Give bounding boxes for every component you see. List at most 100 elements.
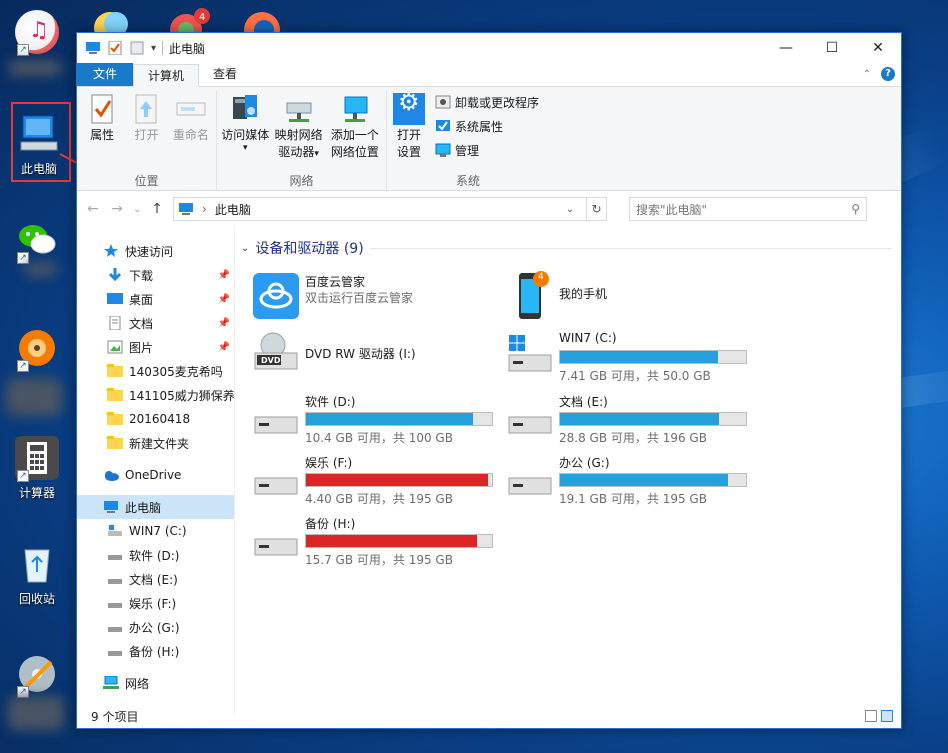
manage-button[interactable]: 管理 [435,141,539,159]
tab-file[interactable]: 文件 [77,63,134,86]
device-tile-dvd[interactable]: DVD DVD RW 驱动器 (I:) [251,331,505,389]
device-name: DVD RW 驱动器 (I:) [305,347,416,361]
nav-drive[interactable]: 办公 (G:) [77,615,234,639]
tab-computer[interactable]: 计算机 [133,64,200,87]
add-network-location-label-2: 网络位置 [330,145,379,159]
pin-icon: 📌 [217,269,230,281]
nav-pinned-downloads[interactable]: 下载 📌 [77,263,234,287]
pin-icon: 📌 [217,317,230,329]
selection-highlight [11,102,71,182]
main-body: 快速访问 下载 📌 桌面 📌 文档 📌 图片 📌 140305麦克希吗 1411… [77,227,901,715]
content-pane: ⌄ 设备和驱动器 (9) 百度云管家 双击运行百度云管家 4 我的手机 DVD … [235,227,901,715]
blurred-label [6,378,62,416]
nav-drive[interactable]: 娱乐 (F:) [77,591,234,615]
new-folder-icon[interactable] [129,41,145,55]
desktop-icon-calculator[interactable]: ↗ 计算器 [2,436,72,501]
uninstall-icon [435,94,451,110]
search-input[interactable]: 搜索"此电脑" ⚲ [629,197,867,221]
properties-check-icon[interactable] [107,40,123,56]
drive-tile-g[interactable]: 办公 (G:) 19.1 GB 可用，共 195 GB [505,454,759,512]
open-settings-button[interactable]: ⚙ 打开 设置 [391,90,427,172]
drive-name: 备份 (H:) [305,517,356,531]
device-name: 我的手机 [559,287,608,301]
nav-folder[interactable]: 140305麦克希吗 [77,359,234,383]
group-system-items: ⚙ 打开 设置 卸载或更改程序 系统属性 管理 [391,90,545,172]
nav-item-label: 图片 [129,340,154,355]
drive-icon [251,393,301,443]
devices-section-header[interactable]: ⌄ 设备和驱动器 (9) [241,237,901,259]
nav-pinned-desktop[interactable]: 桌面 📌 [77,287,234,311]
rename-button[interactable]: 重命名 [170,91,212,172]
system-properties-button[interactable]: 系统属性 [435,117,539,135]
nav-pinned-pictures[interactable]: 图片 📌 [77,335,234,359]
collapse-ribbon-icon[interactable]: ⌃ [863,69,871,80]
desktop-icon-disc-tool[interactable]: ↗ [2,652,72,700]
nav-folder[interactable]: 141105威力狮保养 [77,383,234,407]
uninstall-program-button[interactable]: 卸载或更改程序 [435,93,539,111]
drive-tile-c[interactable]: WIN7 (C:) 7.41 GB 可用，共 50.0 GB [505,331,759,389]
drive-tile-f[interactable]: 娱乐 (F:) 4.40 GB 可用，共 195 GB [251,454,505,512]
back-icon[interactable]: ← [85,201,101,217]
breadcrumb-this-pc[interactable]: 此电脑 [215,201,251,218]
desktop-icon-wechat[interactable]: ↗ [2,218,72,266]
desktop-icon-media[interactable]: ↗ [2,326,72,374]
open-button[interactable]: 打开 [125,91,167,172]
title-bar: ▾ 此电脑 — ☐ ✕ [77,33,901,63]
tab-view[interactable]: 查看 [199,63,251,86]
drive-tile-h[interactable]: 备份 (H:) 15.7 GB 可用，共 195 GB [251,515,505,573]
devices-grid: 百度云管家 双击运行百度云管家 4 我的手机 DVD DVD RW 驱动器 (I… [241,259,901,589]
refresh-icon[interactable]: ↻ [586,198,606,220]
nav-network[interactable]: 网络 [77,671,234,695]
maximize-button[interactable]: ☐ [809,33,855,63]
nav-folder[interactable]: 20160418 [77,407,234,431]
drive-name: 软件 (D:) [305,395,356,409]
nav-item-label: 文档 (E:) [129,572,178,587]
up-icon[interactable]: ↑ [149,201,165,217]
ribbon-tabs: 文件 计算机 查看 ⌃ ? [77,63,901,87]
media-icon [229,93,261,125]
add-network-location-button[interactable]: 添加一个 网络位置 [328,91,382,172]
close-button[interactable]: ✕ [855,33,901,63]
nav-drive[interactable]: WIN7 (C:) [77,519,234,543]
search-placeholder: 搜索"此电脑" [636,202,708,217]
wechat-icon: ↗ [15,218,59,264]
address-dropdown-icon[interactable]: ⌄ [562,204,578,215]
nav-drive[interactable]: 文档 (E:) [77,567,234,591]
drive-free-space: 10.4 GB 可用，共 100 GB [305,431,453,445]
drive-free-space: 4.40 GB 可用，共 195 GB [305,492,453,506]
access-media-button[interactable]: 访问媒体 ▾ [221,91,269,172]
windows-drive-icon [107,524,123,538]
navigation-pane: 快速访问 下载 📌 桌面 📌 文档 📌 图片 📌 140305麦克希吗 1411… [77,227,235,715]
map-network-drive-button[interactable]: 映射网络 驱动器▾ [271,91,325,172]
nav-drive[interactable]: 软件 (D:) [77,543,234,567]
minimize-button[interactable]: — [763,33,809,63]
desktop-icon-recycle-bin[interactable]: 回收站 [2,542,72,607]
address-field[interactable]: › 此电脑 ⌄ ↻ [173,197,607,221]
desktop-icon-itunes[interactable]: ♫ ↗ [2,10,72,58]
nav-this-pc-label: 此电脑 [125,500,162,515]
nav-drive[interactable]: 备份 (H:) [77,639,234,663]
device-tile-baidu-cloud[interactable]: 百度云管家 双击运行百度云管家 [251,271,505,329]
drive-tile-d[interactable]: 软件 (D:) 10.4 GB 可用，共 100 GB [251,393,505,451]
help-icon[interactable]: ? [881,67,895,81]
nav-onedrive[interactable]: OneDrive [77,463,234,487]
drive-tile-e[interactable]: 文档 (E:) 28.8 GB 可用，共 196 GB [505,393,759,451]
nav-this-pc[interactable]: 此电脑 [77,495,234,519]
nav-quick-access[interactable]: 快速访问 [77,239,234,263]
nav-pinned-documents[interactable]: 文档 📌 [77,311,234,335]
search-icon[interactable]: ⚲ [851,202,860,216]
computer-icon [178,202,194,216]
explorer-window: ▾ 此电脑 — ☐ ✕ 文件 计算机 查看 ⌃ ? 属性 打开 重命名 位置 访… [76,32,902,729]
manage-label: 管理 [455,143,480,158]
device-tile-my-phone[interactable]: 4 我的手机 [505,271,759,329]
breadcrumb-separator: › [202,202,207,216]
nav-item-label: 新建文件夹 [129,436,190,451]
customize-toolbar-icon[interactable]: ▾ [151,43,156,54]
nav-item-label: 软件 (D:) [129,548,180,563]
nav-folder[interactable]: 新建文件夹 [77,431,234,455]
open-settings-label-1: 打开 [396,128,421,142]
properties-button[interactable]: 属性 [81,91,123,172]
forward-icon[interactable]: → [109,201,125,217]
folder-icon [107,364,123,378]
recent-locations-icon[interactable]: ⌄ [133,204,141,215]
